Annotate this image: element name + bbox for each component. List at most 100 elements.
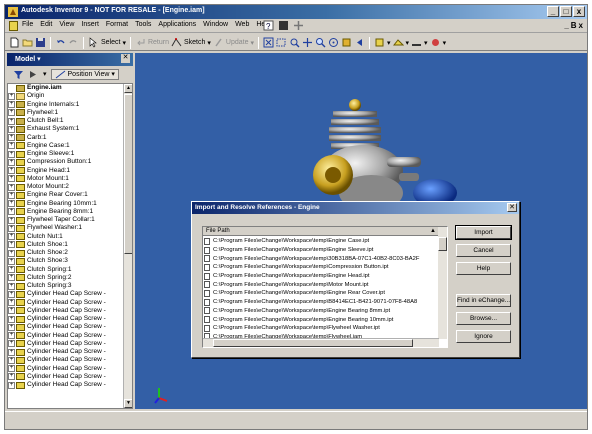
expand-plus-icon[interactable]: + xyxy=(8,381,15,389)
tree-item[interactable]: + Carb:1 xyxy=(8,134,124,142)
scroll-down-icon[interactable]: ▼ xyxy=(124,399,132,408)
menu-window[interactable]: Window xyxy=(202,21,229,28)
maximize-button[interactable]: □ xyxy=(560,6,572,17)
tree-item[interactable]: + Motor Mount:2 xyxy=(8,183,124,191)
menu-format[interactable]: Format xyxy=(105,21,129,28)
browser-header[interactable]: Model ▾ ✕ xyxy=(7,53,133,66)
file-row[interactable]: C:\Program Files\eChange\Workspace\temp\… xyxy=(204,298,438,307)
expand-plus-icon[interactable]: + xyxy=(8,348,15,356)
expand-plus-icon[interactable]: + xyxy=(8,92,15,100)
select-button[interactable]: Select ▾ xyxy=(88,37,126,48)
tree-item[interactable]: + Engine Head:1 xyxy=(8,167,124,175)
tree-scrollbar[interactable]: ▲ ▼ xyxy=(123,84,132,408)
file-row[interactable]: C:\Program Files\eChange\Workspace\temp\… xyxy=(204,272,438,281)
expand-plus-icon[interactable]: + xyxy=(8,150,15,158)
tree-item[interactable]: + Clutch Spring:3 xyxy=(8,282,124,290)
window-icon[interactable] xyxy=(278,20,289,31)
expand-plus-icon[interactable]: + xyxy=(8,158,15,166)
chevron-down-icon[interactable]: ▾ xyxy=(443,39,447,47)
tree-item[interactable]: + Engine Bearing 8mm:1 xyxy=(8,208,124,216)
file-row[interactable]: C:\Program Files\eChange\Workspace\temp\… xyxy=(204,246,438,255)
expand-plus-icon[interactable]: + xyxy=(8,282,15,290)
menu-file[interactable]: File xyxy=(21,21,34,28)
tree-item[interactable]: + Clutch Shoe:3 xyxy=(8,257,124,265)
file-row[interactable]: C:\Program Files\eChange\Workspace\temp\… xyxy=(204,324,438,333)
tree-item[interactable]: + Cylinder Head Cap Screw - xyxy=(8,340,124,348)
expand-plus-icon[interactable]: + xyxy=(8,191,15,199)
undo-icon[interactable] xyxy=(55,37,66,48)
close-button[interactable]: x xyxy=(573,6,585,17)
tree-item[interactable]: + Cylinder Head Cap Screw - xyxy=(8,348,124,356)
update-button[interactable]: Update ▾ xyxy=(213,37,254,48)
pan-icon[interactable] xyxy=(302,37,313,48)
tree-item[interactable]: + Cylinder Head Cap Screw - xyxy=(8,290,124,298)
expand-plus-icon[interactable]: + xyxy=(8,356,15,364)
chevron-down-icon[interactable]: ▾ xyxy=(387,39,391,47)
tree-item[interactable]: + Clutch Shoe:2 xyxy=(8,249,124,257)
cancel-button[interactable]: Cancel xyxy=(456,244,511,257)
tree-item[interactable]: + Cylinder Head Cap Screw - xyxy=(8,307,124,315)
find-in-echange-button[interactable]: Find in eChange... xyxy=(456,294,511,307)
expand-plus-icon[interactable]: + xyxy=(8,233,15,241)
file-list-vscroll[interactable] xyxy=(438,227,447,339)
file-list-hscroll[interactable] xyxy=(203,338,439,347)
expand-plus-icon[interactable]: + xyxy=(8,200,15,208)
mdi-minimize-button[interactable]: _ xyxy=(564,21,568,30)
mdi-close-button[interactable]: x xyxy=(579,21,583,30)
scroll-up-icon[interactable]: ▲ xyxy=(124,84,132,93)
open-folder-icon[interactable] xyxy=(22,37,33,48)
expand-plus-icon[interactable]: + xyxy=(8,315,15,323)
import-button[interactable]: Import xyxy=(455,225,512,240)
shadow-icon[interactable] xyxy=(411,37,422,48)
tree-item[interactable]: + Flywheel Washer:1 xyxy=(8,224,124,232)
tree-item[interactable]: + Cylinder Head Cap Screw - xyxy=(8,356,124,364)
expand-plus-icon[interactable]: + xyxy=(8,323,15,331)
expand-plus-icon[interactable]: + xyxy=(8,117,15,125)
expand-plus-icon[interactable]: + xyxy=(8,167,15,175)
color-icon[interactable] xyxy=(430,37,441,48)
pin-icon[interactable] xyxy=(293,20,304,31)
tree-item[interactable]: Engine.iam xyxy=(8,84,124,92)
menu-web[interactable]: Web xyxy=(234,21,250,28)
help-button[interactable]: Help xyxy=(456,262,511,275)
expand-plus-icon[interactable]: + xyxy=(8,340,15,348)
rotate-icon[interactable] xyxy=(328,37,339,48)
sketch-button[interactable]: Sketch ▾ xyxy=(171,37,211,48)
tree-item[interactable]: + Engine Internals:1 xyxy=(8,101,124,109)
file-row[interactable]: C:\Program Files\eChange\Workspace\temp\… xyxy=(204,254,438,263)
tree-item[interactable]: + Cylinder Head Cap Screw - xyxy=(8,299,124,307)
tree-item[interactable]: + Clutch Spring:1 xyxy=(8,266,124,274)
tree-item[interactable]: + Engine Rear Cover:1 xyxy=(8,191,124,199)
expand-plus-icon[interactable]: + xyxy=(8,332,15,340)
scroll-thumb[interactable] xyxy=(124,94,132,254)
file-path-column-header[interactable]: File Path ▲ xyxy=(203,227,439,236)
zoom-window-icon[interactable] xyxy=(276,37,287,48)
tree-item[interactable]: + Cylinder Head Cap Screw - xyxy=(8,373,124,381)
redo-icon[interactable] xyxy=(68,37,79,48)
file-row[interactable]: C:\Program Files\eChange\Workspace\temp\… xyxy=(204,289,438,298)
expand-plus-icon[interactable]: + xyxy=(8,373,15,381)
menu-insert[interactable]: Insert xyxy=(80,21,100,28)
tree-item[interactable]: + Clutch Shoe:1 xyxy=(8,241,124,249)
expand-plus-icon[interactable]: + xyxy=(8,125,15,133)
close-icon[interactable]: ✕ xyxy=(507,203,517,212)
chevron-down-icon[interactable]: ▾ xyxy=(406,39,410,47)
mdi-restore-button[interactable]: B xyxy=(571,21,577,30)
display-mode-icon[interactable] xyxy=(374,37,385,48)
scroll-thumb[interactable] xyxy=(213,339,413,347)
tree-item[interactable]: + Engine Bearing 10mm:1 xyxy=(8,200,124,208)
expand-plus-icon[interactable]: + xyxy=(8,216,15,224)
expand-plus-icon[interactable]: + xyxy=(8,290,15,298)
dialog-title-bar[interactable]: Import and Resolve References - Engine ✕ xyxy=(192,202,519,214)
expand-plus-icon[interactable]: + xyxy=(8,109,15,117)
tree-item[interactable]: + Clutch Nut:1 xyxy=(8,233,124,241)
expand-plus-icon[interactable]: + xyxy=(8,257,15,265)
minimize-button[interactable]: _ xyxy=(547,6,559,17)
chevron-down-icon[interactable]: ▾ xyxy=(424,39,428,47)
expand-plus-icon[interactable]: + xyxy=(8,307,15,315)
look-at-icon[interactable] xyxy=(341,37,352,48)
expand-plus-icon[interactable]: + xyxy=(8,175,15,183)
expand-plus-icon[interactable]: + xyxy=(8,365,15,373)
menu-applications[interactable]: Applications xyxy=(157,21,197,28)
expand-plus-icon[interactable]: + xyxy=(8,266,15,274)
